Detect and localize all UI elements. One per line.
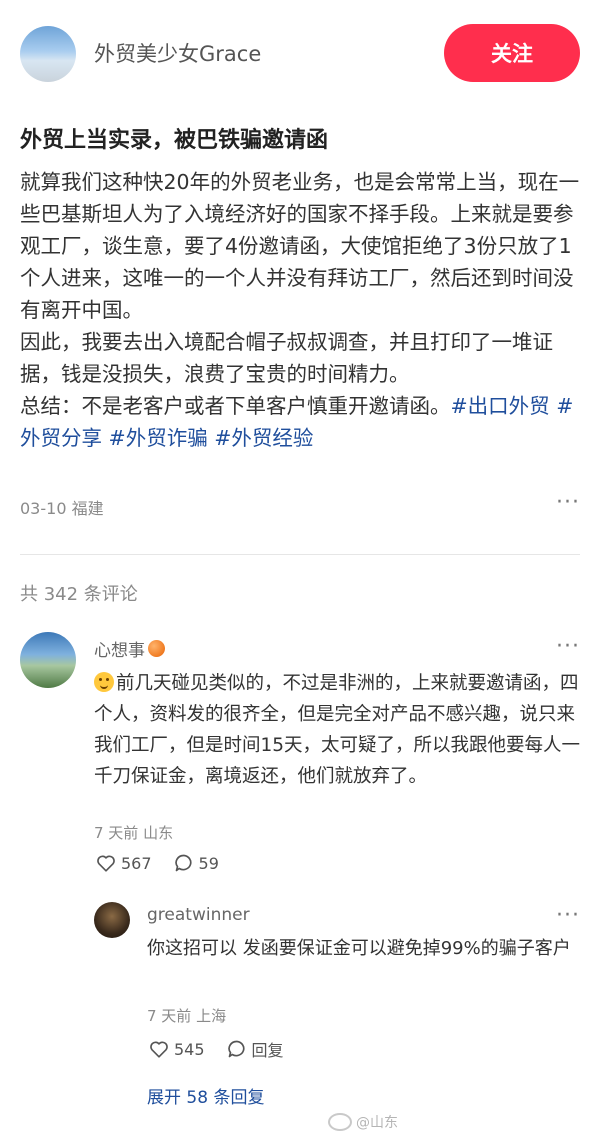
heart-icon (97, 855, 115, 872)
more-icon[interactable]: ··· (556, 490, 580, 515)
commenter-avatar[interactable] (20, 632, 76, 688)
comment-icon (227, 1040, 245, 1058)
watermark: @山东 (328, 1112, 398, 1132)
reply-count-button[interactable]: 59 (174, 853, 219, 873)
comment-meta: 7 天前 山东 (94, 824, 174, 842)
reply-author-name[interactable]: greatwinner (147, 905, 250, 925)
post-paragraph: 因此，我要去出入境配合帽子叔叔调查，并且打印了一堆证据，钱是没损失，浪费了宝贵的… (20, 330, 553, 386)
post-summary-line: 总结：不是老客户或者下单客户慎重开邀请函。#出口外贸 #外贸分享 #外贸诈骗 #… (20, 390, 586, 454)
post-paragraph: 就算我们这种快20年的外贸老业务，也是会常常上当，现在一些巴基斯坦人为了入境经济… (20, 170, 580, 322)
follow-button[interactable]: 关注 (444, 24, 580, 82)
reply-count: 59 (198, 853, 219, 873)
watermark-text: @山东 (356, 1115, 398, 1131)
divider (20, 554, 580, 555)
reply-button[interactable]: 回复 (227, 1037, 284, 1061)
hashtag-trade-experience[interactable]: #外贸经验 (214, 426, 313, 450)
reply-actions: 545 回复 (149, 1037, 306, 1061)
post-meta: 03-10 福建 (20, 499, 104, 518)
comment-actions: 567 59 (96, 853, 241, 873)
comment-text-content: 前几天碰见类似的，不过是非洲的，上来就要邀请函，四个人，资料发的很齐全，但是完全… (94, 673, 581, 787)
more-icon[interactable]: ··· (556, 634, 580, 659)
post-body: 就算我们这种快20年的外贸老业务，也是会常常上当，现在一些巴基斯坦人为了入境经济… (20, 166, 586, 454)
hashtag-trade-fraud[interactable]: #外贸诈骗 (109, 426, 208, 450)
weibo-logo-icon (328, 1113, 352, 1131)
more-icon[interactable]: ··· (556, 903, 580, 928)
expand-replies-link[interactable]: 展开 58 条回复 (147, 1083, 264, 1108)
grin-emoji-icon (94, 672, 114, 692)
reply-button-label: 回复 (251, 1041, 284, 1060)
author-name[interactable]: 外贸美少女Grace (94, 38, 261, 68)
reply-text: 你这招可以 发函要保证金可以避免掉99%的骗子客户 (147, 938, 571, 959)
comment-count: 共 342 条评论 (20, 584, 138, 605)
heart-icon (150, 1041, 168, 1058)
like-button[interactable]: 567 (96, 854, 152, 873)
like-count: 567 (121, 853, 152, 873)
author-avatar[interactable] (20, 26, 76, 82)
commenter-name[interactable]: 心想事 (94, 636, 165, 661)
reply-meta: 7 天前 上海 (147, 1007, 227, 1025)
post-title: 外贸上当实录，被巴铁骗邀请函 (20, 128, 329, 153)
peach-emoji-icon (148, 640, 165, 657)
reply-avatar[interactable] (94, 902, 130, 938)
commenter-name-text: 心想事 (94, 641, 145, 661)
comment-icon (174, 854, 192, 872)
like-button[interactable]: 545 (149, 1040, 205, 1059)
comment-text: 前几天碰见类似的，不过是非洲的，上来就要邀请函，四个人，资料发的很齐全，但是完全… (94, 668, 582, 792)
post-summary: 总结：不是老客户或者下单客户慎重开邀请函。 (20, 394, 451, 418)
hashtag-export-trade[interactable]: #出口外贸 (451, 394, 550, 418)
like-count: 545 (174, 1039, 205, 1059)
